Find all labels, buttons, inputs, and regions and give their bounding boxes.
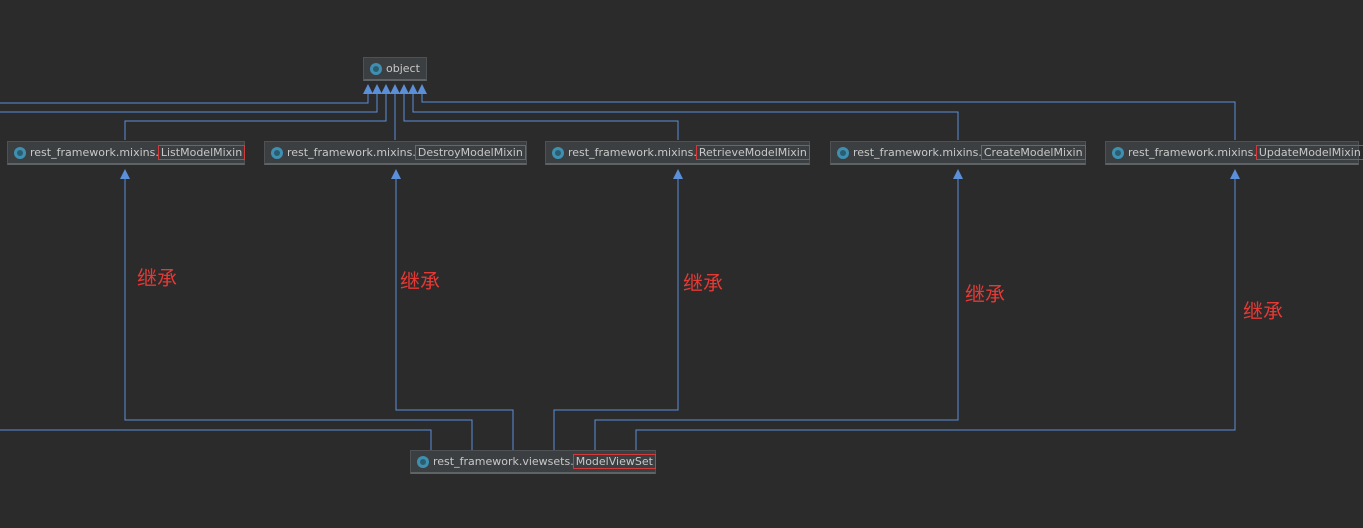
class-icon	[1112, 147, 1124, 159]
arrowhead	[120, 169, 130, 179]
arrowhead	[381, 84, 391, 94]
edge-createmixin-to-object	[412, 87, 959, 140]
arrowhead	[363, 84, 373, 94]
edge-viewset-to-update	[635, 170, 1236, 450]
arrowhead	[417, 84, 427, 94]
list-model-mixin-node[interactable]: rest_framework.mixins. ListModelMixin	[7, 141, 246, 165]
edge-left-offscreen2-to-object	[0, 87, 378, 113]
inheritance-edges	[0, 84, 1240, 450]
destroy-model-mixin-node[interactable]: rest_framework.mixins. DestroyModelMixin	[264, 141, 527, 165]
class-icon	[271, 147, 283, 159]
class-package: rest_framework.mixins.	[1128, 146, 1257, 159]
class-package: rest_framework.mixins.	[568, 146, 697, 159]
arrowhead	[953, 169, 963, 179]
class-name-highlight: CreateModelMixin	[980, 145, 1086, 160]
retrieve-model-mixin-node[interactable]: rest_framework.mixins. RetrieveModelMixin	[545, 141, 810, 165]
edge-viewset-to-left-offscreen	[0, 429, 432, 450]
class-icon	[837, 147, 849, 159]
update-model-mixin-node[interactable]: rest_framework.mixins. UpdateModelMixin	[1105, 141, 1363, 165]
edge-updatemixin-to-object	[421, 87, 1236, 140]
arrowhead	[399, 84, 409, 94]
edge-viewset-to-retrieve	[553, 170, 679, 450]
edge-retrievemixin-to-object	[403, 87, 679, 140]
class-name-highlight: DestroyModelMixin	[414, 145, 526, 160]
edge-viewset-to-destroy	[395, 170, 514, 450]
class-icon	[552, 147, 564, 159]
arrowhead	[1230, 169, 1240, 179]
object-class-node[interactable]: object	[363, 57, 427, 81]
class-name-highlight: RetrieveModelMixin	[695, 145, 810, 160]
edge-viewset-to-list	[124, 170, 473, 450]
class-package: rest_framework.viewsets.	[433, 455, 574, 468]
edge-left-offscreen-to-object	[0, 87, 369, 104]
class-label: object	[386, 62, 420, 75]
inheritance-annotation: 继承	[683, 271, 723, 295]
arrowhead	[673, 169, 683, 179]
class-icon	[417, 456, 429, 468]
model-viewset-node[interactable]: rest_framework.viewsets. ModelViewSet	[410, 450, 656, 474]
arrowhead	[372, 84, 382, 94]
class-name-highlight: ModelViewSet	[572, 454, 656, 469]
class-name-highlight: UpdateModelMixin	[1255, 145, 1363, 160]
arrowhead	[390, 84, 400, 94]
edge-listmixin-to-object	[124, 87, 387, 140]
arrowhead	[408, 84, 418, 94]
inheritance-annotation: 继承	[1243, 299, 1283, 323]
arrowhead	[391, 169, 401, 179]
class-package: rest_framework.mixins.	[30, 146, 159, 159]
inheritance-annotation: 继承	[965, 282, 1005, 306]
inheritance-annotation: 继承	[400, 269, 440, 293]
class-package: rest_framework.mixins.	[853, 146, 982, 159]
class-icon	[370, 63, 382, 75]
class-icon	[14, 147, 26, 159]
create-model-mixin-node[interactable]: rest_framework.mixins. CreateModelMixin	[830, 141, 1086, 165]
edge-viewset-to-create	[594, 170, 959, 450]
class-name-highlight: ListModelMixin	[157, 145, 246, 160]
inheritance-annotation: 继承	[137, 266, 177, 290]
class-package: rest_framework.mixins.	[287, 146, 416, 159]
